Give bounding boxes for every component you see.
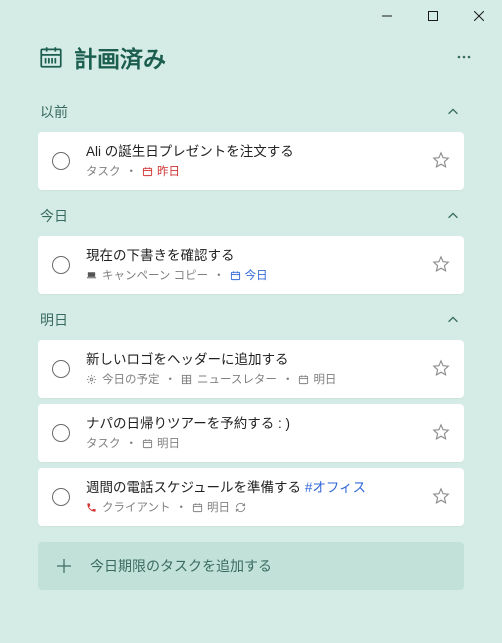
task-row[interactable]: 新しいロゴをヘッダーに追加する今日の予定・ニュースレター・明日: [38, 340, 464, 398]
task-checkbox[interactable]: [52, 152, 70, 170]
task-body: ナパの日帰りツアーを予約する : ) タスク・明日: [86, 415, 422, 452]
page-title: 計画済み: [74, 40, 166, 74]
task-due: 明日: [298, 371, 336, 387]
task-row[interactable]: ナパの日帰りツアーを予約する : ) タスク・明日: [38, 404, 464, 462]
task-row[interactable]: 現在の下書きを確認するキャンペーン コピー・今日: [38, 236, 464, 294]
star-button[interactable]: [432, 423, 452, 443]
task-title: Ali の誕生日プレゼントを注文する: [86, 143, 422, 161]
task-meta: 今日の予定・ニュースレター・明日: [86, 371, 422, 387]
chevron-up-icon: [446, 209, 460, 223]
star-button[interactable]: [432, 151, 452, 171]
task-title: 週間の電話スケジュールを準備する #オフィス: [86, 479, 422, 497]
task-list-label: タスク: [86, 435, 121, 451]
task-due: 昨日: [142, 163, 180, 179]
task-list-label: 今日の予定: [102, 371, 160, 387]
task-body: Ali の誕生日プレゼントを注文するタスク・昨日: [86, 143, 422, 180]
task-body: 新しいロゴをヘッダーに追加する今日の予定・ニュースレター・明日: [86, 351, 422, 388]
repeat-icon: [235, 502, 246, 513]
add-task-placeholder: 今日期限のタスクを追加する: [90, 556, 272, 576]
window-minimize-button[interactable]: [364, 0, 410, 32]
chevron-up-icon: [446, 105, 460, 119]
add-task-bar[interactable]: 今日期限のタスクを追加する: [38, 542, 464, 590]
laptop-icon: [86, 270, 97, 281]
more-options-button[interactable]: [448, 41, 480, 73]
task-checkbox[interactable]: [52, 360, 70, 378]
phone-red-icon: [86, 502, 97, 513]
window-close-button[interactable]: [456, 0, 502, 32]
planned-icon: [38, 44, 64, 70]
plus-icon: [56, 558, 72, 574]
task-body: 週間の電話スケジュールを準備する #オフィスクライアント・明日: [86, 479, 422, 516]
star-button[interactable]: [432, 487, 452, 507]
task-meta: タスク・昨日: [86, 163, 422, 179]
section-title: 以前: [40, 102, 68, 122]
star-button[interactable]: [432, 255, 452, 275]
task-list-label: クライアント: [102, 499, 171, 515]
section-title: 今日: [40, 206, 68, 226]
task-meta: クライアント・明日: [86, 499, 422, 515]
task-meta: キャンペーン コピー・今日: [86, 267, 422, 283]
task-checkbox[interactable]: [52, 256, 70, 274]
task-title: 新しいロゴをヘッダーに追加する: [86, 351, 422, 369]
section-header[interactable]: 今日: [38, 196, 464, 236]
calendar-icon: [230, 270, 241, 281]
grid-icon: [181, 374, 192, 385]
window-maximize-button[interactable]: [410, 0, 456, 32]
calendar-icon: [142, 166, 153, 177]
task-meta: タスク・明日: [86, 435, 422, 451]
section-title: 明日: [40, 310, 68, 330]
task-list-label: タスク: [86, 163, 121, 179]
task-due: 今日: [230, 267, 268, 283]
chevron-up-icon: [446, 313, 460, 327]
task-checkbox[interactable]: [52, 424, 70, 442]
task-title: ナパの日帰りツアーを予約する : ): [86, 415, 422, 433]
task-row[interactable]: Ali の誕生日プレゼントを注文するタスク・昨日: [38, 132, 464, 190]
page-header: 計画済み: [0, 32, 502, 92]
task-checkbox[interactable]: [52, 488, 70, 506]
task-mid-label: ニュースレター: [197, 371, 277, 387]
star-button[interactable]: [432, 359, 452, 379]
calendar-icon: [298, 374, 309, 385]
task-due: 明日: [192, 499, 230, 515]
section-header[interactable]: 明日: [38, 300, 464, 340]
task-title: 現在の下書きを確認する: [86, 247, 422, 265]
task-body: 現在の下書きを確認するキャンペーン コピー・今日: [86, 247, 422, 284]
task-tag[interactable]: #オフィス: [305, 480, 366, 495]
window-titlebar: [0, 0, 502, 32]
section-header[interactable]: 以前: [38, 92, 464, 132]
task-row[interactable]: 週間の電話スケジュールを準備する #オフィスクライアント・明日: [38, 468, 464, 526]
task-list-label: キャンペーン コピー: [102, 267, 208, 283]
calendar-icon: [142, 438, 153, 449]
calendar-icon: [192, 502, 203, 513]
task-due: 明日: [142, 435, 180, 451]
sun-icon: [86, 374, 97, 385]
